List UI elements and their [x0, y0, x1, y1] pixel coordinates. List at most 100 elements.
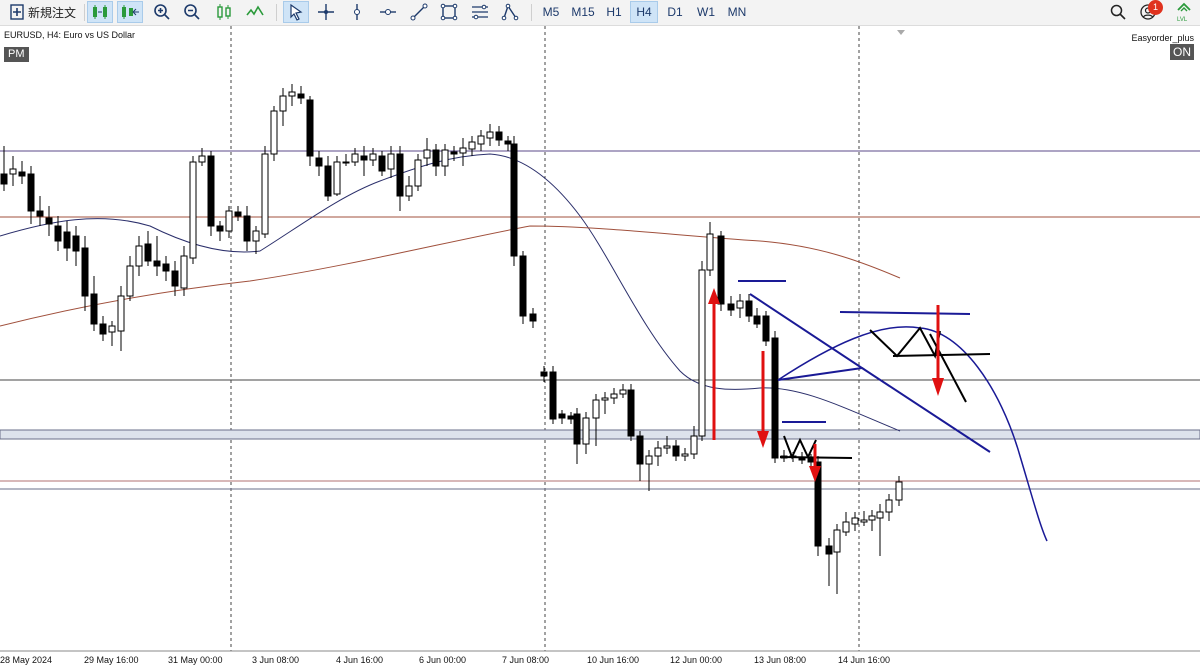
line-chart-button[interactable] — [243, 1, 267, 23]
candlestick-chart-button[interactable] — [212, 1, 236, 23]
vertical-line-tool-button[interactable] — [345, 1, 369, 23]
fibonacci-tool-button[interactable] — [468, 1, 492, 23]
bullish-candle — [405, 185, 413, 197]
bearish-candle — [72, 235, 80, 252]
timeframe-mn[interactable]: MN — [722, 1, 752, 23]
bullish-candle — [842, 521, 850, 533]
bearish-candle — [216, 225, 224, 232]
bearish-candle — [81, 247, 89, 297]
time-axis-label: 14 Jun 16:00 — [838, 655, 891, 665]
bullish-candle — [690, 435, 698, 455]
new-order-label: 新規注文 — [27, 5, 76, 20]
bearish-candle — [504, 140, 512, 145]
chart-shift-marker[interactable] — [897, 30, 905, 35]
timeframe-m15[interactable]: M15 — [567, 1, 599, 23]
bearish-candle — [45, 217, 53, 225]
new-order-button[interactable]: 新規注文 — [6, 1, 80, 23]
time-axis: 28 May 2024 29 May 16:00 31 May 00:00 3 … — [0, 651, 1200, 671]
bullish-candle — [261, 153, 269, 235]
bearish-candle — [510, 143, 518, 257]
bearish-candle — [54, 225, 62, 242]
time-axis-label: 10 Jun 16:00 — [587, 655, 640, 665]
expert-advisor-status[interactable]: ON — [1170, 44, 1194, 60]
bullish-candle — [706, 233, 714, 271]
support-zone[interactable] — [0, 429, 1200, 440]
bullish-candle — [477, 135, 485, 145]
drawn-diagonal-upper[interactable] — [929, 333, 967, 403]
bearish-candle — [324, 165, 332, 197]
time-axis-label: 13 Jun 08:00 — [754, 655, 807, 665]
bearish-candle — [27, 173, 35, 212]
zoom-in-icon — [154, 4, 170, 20]
bearish-candle — [807, 457, 815, 463]
auto-scroll-button[interactable] — [117, 1, 143, 23]
search-button[interactable] — [1106, 1, 1130, 23]
bearish-candle — [36, 210, 44, 217]
bullish-candle — [198, 155, 206, 163]
bullish-candle — [423, 149, 431, 159]
bearish-candle — [99, 323, 107, 335]
bullish-candle — [279, 95, 287, 112]
bullish-candle — [468, 141, 476, 150]
bearish-candle — [825, 545, 833, 555]
bearish-candle — [360, 155, 368, 161]
bullish-candle — [885, 499, 893, 513]
horizontal-line-tool-button[interactable] — [376, 1, 400, 23]
timeframe-d1[interactable]: D1 — [661, 1, 689, 23]
bearish-candle — [297, 93, 305, 99]
candlesticks — [0, 84, 903, 594]
bullish-candle — [833, 529, 841, 553]
bearish-candle — [243, 215, 251, 242]
expert-advisor-label: Easyorder_plus — [1131, 33, 1194, 43]
level-button[interactable]: LVL — [1172, 1, 1196, 23]
arrow-down-3-head — [932, 378, 944, 396]
bullish-candle — [333, 161, 341, 195]
bullish-candle — [225, 210, 233, 232]
one-click-trading-button[interactable] — [87, 1, 113, 23]
svg-text:LVL: LVL — [1177, 17, 1188, 22]
bearish-candle — [63, 231, 71, 249]
trendline-tool-button[interactable] — [407, 1, 431, 23]
rectangle-tool-button[interactable] — [437, 1, 461, 23]
bearish-candle — [396, 153, 404, 197]
bearish-candle — [762, 315, 770, 342]
bearish-candle — [378, 155, 386, 172]
bullish-candle — [135, 245, 143, 267]
fast-moving-average — [0, 153, 901, 432]
drawn-m-pattern-upper[interactable] — [869, 326, 941, 359]
bearish-candle — [432, 149, 440, 167]
bearish-candle — [18, 171, 26, 177]
scroll-chart-icon — [122, 5, 139, 19]
timeframe-m5[interactable]: M5 — [537, 1, 565, 23]
time-axis-label: 4 Jun 16:00 — [336, 655, 384, 665]
bearish-candle — [717, 235, 725, 305]
bullish-candle — [270, 110, 278, 155]
time-axis-label: 31 May 00:00 — [168, 655, 223, 665]
horizontal-levels — [0, 150, 1200, 490]
bearish-candle — [558, 413, 566, 419]
shapes-tool-button[interactable] — [498, 1, 522, 23]
time-axis-label: 3 Jun 08:00 — [252, 655, 300, 665]
bullish-candle — [108, 325, 116, 333]
bullish-candle — [645, 455, 653, 465]
bullish-candle — [736, 300, 744, 309]
zoom-out-icon — [184, 4, 200, 20]
price-chart[interactable] — [0, 26, 1200, 671]
bullish-candle — [387, 153, 395, 170]
candlestick-icon — [217, 4, 231, 20]
zoom-out-button[interactable] — [180, 1, 204, 23]
bearish-candle — [567, 415, 575, 420]
zoom-in-button[interactable] — [150, 1, 174, 23]
time-axis-label: 6 Jun 00:00 — [419, 655, 467, 665]
crosshair-tool-button[interactable] — [314, 1, 338, 23]
bullish-candle — [582, 417, 590, 445]
bullish-candle — [189, 161, 197, 259]
timeframe-h4[interactable]: H4 — [630, 1, 658, 23]
cursor-tool-button[interactable] — [283, 1, 309, 23]
timeframe-h1[interactable]: H1 — [601, 1, 627, 23]
bullish-candle — [851, 517, 859, 525]
timeframe-w1[interactable]: W1 — [692, 1, 720, 23]
bearish-candle — [727, 303, 735, 311]
drawn-horizontal-short-2[interactable] — [839, 311, 971, 315]
bearish-candle — [771, 337, 779, 459]
